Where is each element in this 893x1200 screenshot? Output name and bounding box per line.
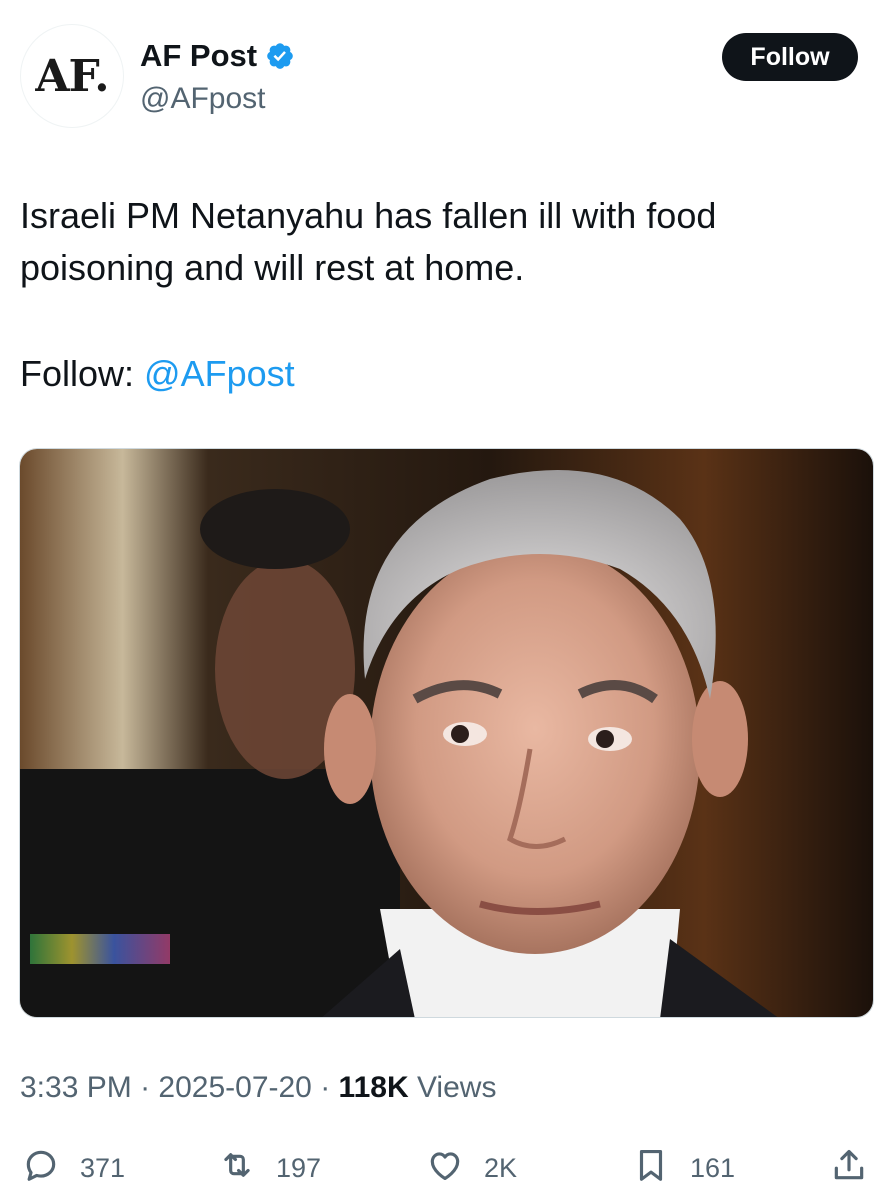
tweet-time[interactable]: 3:33 PM xyxy=(20,1071,132,1104)
bookmark-button[interactable]: 161 xyxy=(632,1140,735,1196)
heart-icon xyxy=(426,1146,464,1191)
follow-prefix: Follow: xyxy=(20,353,145,394)
meta-separator: · xyxy=(131,1071,159,1104)
reply-icon xyxy=(22,1146,60,1191)
follow-button[interactable]: Follow xyxy=(722,33,858,81)
reply-button[interactable]: 371 xyxy=(22,1140,125,1196)
author-name-row: AF Post xyxy=(140,38,295,74)
tweet-text-line: poisoning and will rest at home. xyxy=(20,247,525,288)
tweet-meta: 3:33 PM · 2025-07-20 · 118K Views xyxy=(20,1071,496,1105)
tweet-actions: 371 197 2K 161 xyxy=(0,1140,893,1196)
views-count: 118K xyxy=(338,1071,409,1104)
follow-line: Follow: @AFpost xyxy=(20,348,295,400)
avatar-logo-text: AF. xyxy=(35,50,109,102)
bookmark-icon xyxy=(632,1146,670,1191)
tweet-text: Israeli PM Netanyahu has fallen ill with… xyxy=(20,190,870,294)
bookmark-count: 161 xyxy=(690,1152,736,1183)
tweet-date[interactable]: 2025-07-20 xyxy=(158,1071,311,1104)
retweet-icon xyxy=(218,1146,256,1191)
photo-illustration xyxy=(20,449,873,1017)
retweet-count: 197 xyxy=(276,1152,322,1183)
like-count: 2K xyxy=(484,1152,518,1183)
author-avatar[interactable]: AF. xyxy=(20,24,124,128)
reply-count: 371 xyxy=(80,1152,126,1183)
views-label: Views xyxy=(408,1071,497,1104)
like-button[interactable]: 2K xyxy=(426,1140,517,1196)
author-display-name[interactable]: AF Post xyxy=(140,38,257,74)
tweet-photo[interactable] xyxy=(19,448,874,1018)
verified-badge-icon xyxy=(265,41,295,71)
author-handle[interactable]: @AFpost xyxy=(140,82,266,116)
share-icon xyxy=(830,1146,868,1191)
tweet-text-line: Israeli PM Netanyahu has fallen ill with… xyxy=(20,195,717,236)
share-button[interactable] xyxy=(830,1140,868,1196)
meta-separator: · xyxy=(311,1071,339,1104)
mention-link[interactable]: @AFpost xyxy=(144,353,295,394)
retweet-button[interactable]: 197 xyxy=(218,1140,321,1196)
